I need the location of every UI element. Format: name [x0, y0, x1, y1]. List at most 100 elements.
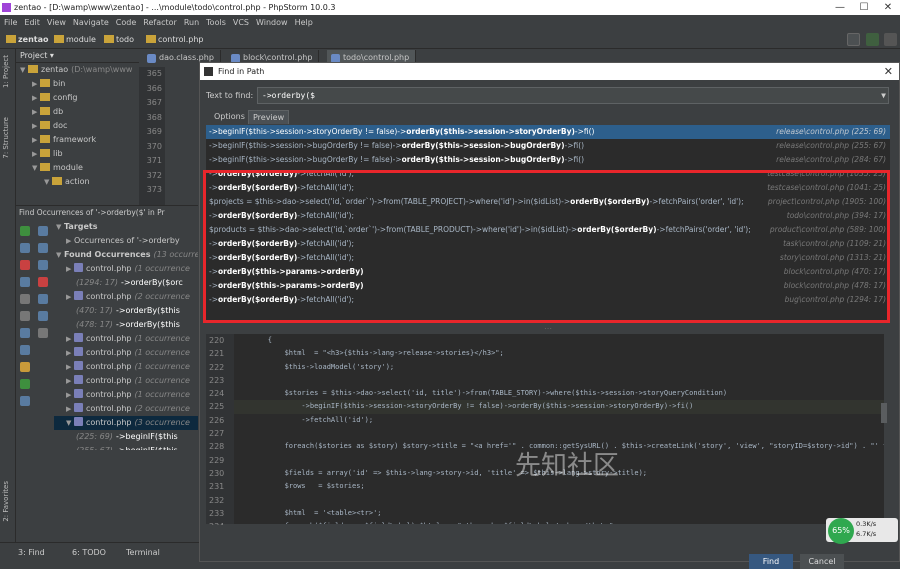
- breadcrumb-todo[interactable]: todo: [104, 33, 134, 46]
- project-tree-item[interactable]: ▶ framework: [16, 133, 139, 147]
- debug-icon[interactable]: [884, 33, 897, 46]
- expand-arrow-icon[interactable]: ▶: [32, 105, 40, 119]
- expand-arrow-icon[interactable]: ▼: [56, 220, 64, 234]
- expand-arrow-icon[interactable]: ▶: [66, 388, 74, 402]
- tab-options[interactable]: Options: [210, 110, 249, 124]
- maximize-button[interactable]: ☐: [852, 0, 876, 15]
- expand-arrow-icon[interactable]: ▶: [66, 374, 74, 388]
- preview-icon[interactable]: [38, 294, 48, 304]
- find-tree-item[interactable]: ▶ control.php (2 occurrence: [54, 402, 198, 416]
- find-tree-item[interactable]: ▶ control.php (1 occurrence: [54, 374, 198, 388]
- sort-icon[interactable]: [20, 311, 30, 321]
- menu-navigate[interactable]: Navigate: [73, 18, 109, 27]
- expand-arrow-icon[interactable]: ▶: [66, 234, 74, 248]
- filter-icon[interactable]: [38, 260, 48, 270]
- project-tree-item[interactable]: ▼ module: [16, 161, 139, 175]
- find-tree-item[interactable]: ▶ control.php (1 occurrence: [54, 346, 198, 360]
- rerun-icon[interactable]: [20, 226, 30, 236]
- result-row[interactable]: ->beginIF($this->session->storyOrderBy !…: [206, 125, 890, 139]
- dialog-close-icon[interactable]: ✕: [884, 63, 893, 80]
- project-tree-item[interactable]: ▶ lib: [16, 147, 139, 161]
- expand-arrow-icon[interactable]: ▶: [66, 332, 74, 346]
- down-arrow-icon[interactable]: [20, 345, 30, 355]
- breadcrumb-control-php[interactable]: control.php: [146, 33, 204, 46]
- todo-tool-tab[interactable]: 6: TODO: [72, 544, 106, 562]
- up-arrow-icon[interactable]: [20, 328, 30, 338]
- find-tree-item[interactable]: ▼ Targets: [54, 220, 198, 234]
- group-icon[interactable]: [38, 243, 48, 253]
- project-tree-item[interactable]: ▶ doc: [16, 119, 139, 133]
- terminal-tool-tab[interactable]: Terminal: [126, 544, 160, 562]
- tab-preview[interactable]: Preview (13): [248, 110, 290, 136]
- expand-arrow-icon[interactable]: ▶: [66, 290, 74, 304]
- expand-arrow-icon[interactable]: ▼: [56, 248, 64, 262]
- menu-help[interactable]: Help: [295, 18, 313, 27]
- history-dropdown-icon[interactable]: ▼: [881, 88, 886, 103]
- preview-splitter[interactable]: ⋯: [206, 325, 890, 333]
- find-tree-item[interactable]: (1294: 17) ->orderBy($orc: [54, 276, 198, 290]
- project-tree-item[interactable]: ▼ action: [16, 175, 139, 189]
- close-panel-icon[interactable]: [20, 260, 30, 270]
- expand-arrow-icon[interactable]: ▼: [66, 416, 74, 430]
- expand-arrow-icon[interactable]: ▶: [66, 346, 74, 360]
- minimize-button[interactable]: —: [828, 0, 852, 15]
- expand-arrow-icon[interactable]: ▶: [32, 119, 40, 133]
- find-tree-item[interactable]: ▶ control.php (2 occurrence: [54, 290, 198, 304]
- toggle-icon[interactable]: [20, 243, 30, 253]
- find-tree-item[interactable]: ▶ control.php (1 occurrence: [54, 360, 198, 374]
- menu-view[interactable]: View: [47, 18, 66, 27]
- close-window-button[interactable]: ✕: [876, 0, 900, 15]
- help-icon[interactable]: [20, 396, 30, 406]
- expand-arrow-icon[interactable]: ▶: [32, 91, 40, 105]
- expand-arrow-icon[interactable]: ▼: [44, 175, 52, 189]
- project-tree-item[interactable]: ▶ bin: [16, 77, 139, 91]
- pin-icon[interactable]: [20, 277, 30, 287]
- project-side-tab[interactable]: 1: Project: [2, 55, 10, 88]
- expand-icon[interactable]: [38, 226, 48, 236]
- favorites-side-tab[interactable]: 2: Favorites: [2, 481, 10, 522]
- expand-arrow-icon[interactable]: ▶: [32, 147, 40, 161]
- menu-file[interactable]: File: [4, 18, 17, 27]
- find-tree-item[interactable]: ▶ control.php (1 occurrence: [54, 332, 198, 346]
- menu-window[interactable]: Window: [256, 18, 288, 27]
- find-tree-item[interactable]: ▶ control.php (1 occurrence: [54, 388, 198, 402]
- project-panel-header[interactable]: Project ▾: [16, 49, 139, 63]
- menu-run[interactable]: Run: [184, 18, 199, 27]
- preview-code-editor[interactable]: { $html = "<h3>{$this->lang->release->st…: [234, 334, 884, 524]
- structure-side-tab[interactable]: 7: Structure: [2, 117, 10, 159]
- menu-refactor[interactable]: Refactor: [143, 18, 177, 27]
- run-icon[interactable]: [866, 33, 879, 46]
- find-tool-tab[interactable]: 3: Find: [18, 544, 45, 562]
- menu-tools[interactable]: Tools: [206, 18, 226, 27]
- expand-arrow-icon[interactable]: ▶: [32, 133, 40, 147]
- expand-arrow-icon[interactable]: ▶: [32, 77, 40, 91]
- breadcrumb-zentao[interactable]: zentao: [6, 33, 49, 46]
- menu-edit[interactable]: Edit: [24, 18, 40, 27]
- project-tree-item[interactable]: ▶ config: [16, 91, 139, 105]
- stop-icon[interactable]: [38, 277, 48, 287]
- settings-icon[interactable]: [20, 379, 30, 389]
- breadcrumb-module[interactable]: module: [54, 33, 96, 46]
- code-scrollbar[interactable]: [881, 403, 887, 423]
- find-tree-item[interactable]: ▼ Found Occurrences (13 occurre: [54, 248, 198, 262]
- find-tree-item[interactable]: ▶ Occurrences of '->orderby: [54, 234, 198, 248]
- export-icon[interactable]: [20, 362, 30, 372]
- result-row[interactable]: ->beginIF($this->session->bugOrderBy != …: [206, 139, 890, 153]
- find-tree-item[interactable]: (470: 17) ->orderBy($this: [54, 304, 198, 318]
- menu-vcs[interactable]: VCS: [233, 18, 249, 27]
- expand-arrow-icon[interactable]: ▼: [20, 63, 28, 77]
- align-icon[interactable]: [20, 294, 30, 304]
- project-tree-item[interactable]: ▼ zentao (D:\wamp\www: [16, 63, 139, 77]
- result-row[interactable]: ->beginIF($this->session->bugOrderBy != …: [206, 153, 890, 167]
- find-tree-item[interactable]: (255: 67)->beginIF($this: [54, 444, 198, 450]
- find-tree-item[interactable]: ▼ control.php (3 occurrence: [54, 416, 198, 430]
- project-tree-item[interactable]: ▶ db: [16, 105, 139, 119]
- module-icon[interactable]: [38, 311, 48, 321]
- find-tree-item[interactable]: ▶ control.php (1 occurrence: [54, 262, 198, 276]
- expand-arrow-icon[interactable]: ▶: [66, 360, 74, 374]
- run-config-dropdown[interactable]: [847, 33, 860, 46]
- expand-arrow-icon[interactable]: ▼: [32, 161, 40, 175]
- find-tree-item[interactable]: (478: 17) ->orderBy($this: [54, 318, 198, 332]
- text-to-find-input[interactable]: ->orderby($ ▼: [257, 87, 889, 104]
- expand-arrow-icon[interactable]: ▶: [66, 262, 74, 276]
